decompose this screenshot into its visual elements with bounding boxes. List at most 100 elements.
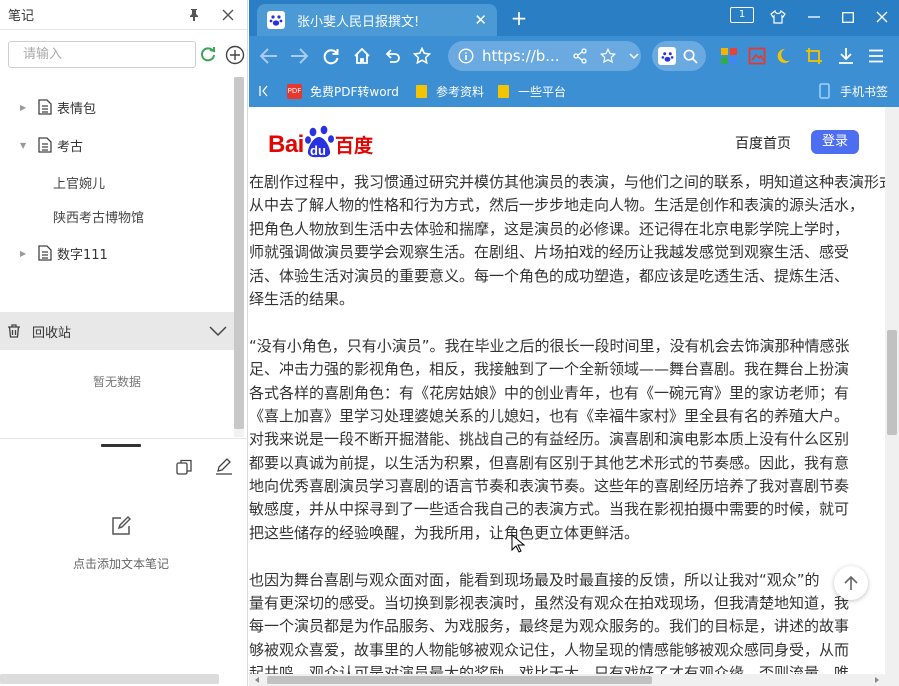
dropdown-chevron-icon[interactable] <box>628 50 640 62</box>
text-cursor-icon <box>511 534 525 553</box>
add-note-icon[interactable] <box>225 45 245 65</box>
document-icon <box>38 99 52 115</box>
article-line: 把这些储存的经验唤醒，为我所用，让角色更立体更鲜活。 <box>249 523 640 542</box>
document-icon <box>38 137 52 153</box>
skin-icon[interactable] <box>765 6 791 28</box>
maximize-icon[interactable] <box>835 6 861 28</box>
caret-down-icon[interactable]: ▼ <box>20 141 30 150</box>
article-line: 绎生活的结果。 <box>249 289 355 308</box>
baidu-logo[interactable]: Bai du 百度 <box>268 125 376 161</box>
add-text-note-label[interactable]: 点击添加文本笔记 <box>0 555 242 572</box>
extensions-icon[interactable] <box>717 44 741 68</box>
article-line: 从中去了解人物的性格和行为方式，然后一步步地走向人物。生活是创作和表演的源头活水… <box>249 196 865 215</box>
logo-text-baidu-cn: 百度 <box>335 135 374 157</box>
tree-item-folder[interactable]: ▼ 考古 <box>0 132 83 158</box>
logo-text-du: du <box>310 143 326 158</box>
article-line: 都要以真诚为前提，以生活为积累，但喜剧有区别于其他艺术形式的节奏感。因此，我有意 <box>249 453 850 472</box>
tree-item-folder[interactable]: ▶ 数字111 <box>0 240 108 266</box>
download-icon[interactable] <box>834 44 858 68</box>
menu-icon[interactable] <box>864 44 888 68</box>
article-line: 在剧作过程中，我习惯通过研究并模仿其他演员的表演，与他们之间的联系，明知道这种表… <box>249 173 885 191</box>
back-icon[interactable] <box>257 44 281 68</box>
tree-child-item[interactable]: 上官婉儿 <box>53 173 105 192</box>
folder-icon <box>498 84 509 98</box>
pin-icon[interactable] <box>183 4 205 26</box>
article-line: 《喜上加喜》里学习处理婆媳关系的儿媳妇，也有《幸福牛家村》里全县有名的养殖大户。 <box>249 406 850 425</box>
baidu-paw-icon <box>267 11 285 29</box>
page-horizontal-scroll-thumb[interactable] <box>267 676 652 684</box>
arrow-up-icon <box>844 575 858 590</box>
notes-scrollbar-thumb[interactable] <box>234 77 244 429</box>
scroll-left-icon[interactable] <box>253 676 261 684</box>
browser-window: 张小斐人民日报撰文! ✕ + 1 https://b... PDF 免费PDF转… <box>249 0 899 686</box>
bookmark-label: 一些平台 <box>518 84 567 99</box>
login-button[interactable]: 登录 <box>811 130 859 154</box>
reload-icon[interactable] <box>319 44 343 68</box>
new-tab-icon[interactable]: + <box>507 6 531 30</box>
trash-section-header[interactable]: 回收站 <box>0 312 234 350</box>
refresh-icon[interactable] <box>199 45 217 63</box>
mobile-bookmarks[interactable]: 手机书签 <box>819 81 888 101</box>
tree-item-folder[interactable]: ▶ 表情包 <box>0 94 96 120</box>
window-close-icon[interactable] <box>869 6 895 28</box>
address-url[interactable]: https://b... <box>482 47 560 65</box>
article-line: 起共鸣。观众认可是对演员最大的奖励，戏比天大，只有戏好了才有观众缘，否则流量，唯 <box>249 664 850 674</box>
share-icon[interactable] <box>572 48 588 64</box>
copy-icon[interactable] <box>174 457 194 477</box>
info-icon[interactable] <box>458 48 474 64</box>
back-to-top-button[interactable] <box>834 566 868 600</box>
pdf-icon: PDF <box>287 83 302 99</box>
search-engine-box[interactable] <box>652 41 706 71</box>
bookmark-label: 参考资料 <box>436 84 485 99</box>
bookmark-star-icon[interactable] <box>599 48 616 64</box>
scroll-right-icon[interactable] <box>873 676 881 684</box>
article-line: 够被观众喜爱，故事里的人物能够被观众记住，人物呈现的情感能够被观众感同身受，从而 <box>249 640 850 659</box>
bookmark-label: 免费PDF转word <box>310 84 399 99</box>
close-icon[interactable] <box>217 4 239 26</box>
caret-right-icon[interactable]: ▶ <box>20 103 30 112</box>
article-line: 量有更深切的感受。当切换到影视表演时，虽然没有观众在拍戏现场，但我清楚地知道，我 <box>249 594 850 613</box>
notes-title: 笔记 <box>8 9 35 24</box>
browser-tab[interactable]: 张小斐人民日报撰文! ✕ <box>257 4 497 36</box>
trash-label: 回收站 <box>32 325 72 341</box>
home-icon[interactable] <box>350 44 374 68</box>
forward-icon[interactable] <box>287 44 311 68</box>
edit-icon[interactable] <box>214 456 234 476</box>
bookmarks-collapse-icon[interactable] <box>259 81 269 101</box>
undo-icon[interactable] <box>380 44 404 68</box>
article-line: 把角色人物放到生活中去体验和揣摩，这是演员的必修课。还记得在北京电影学院上学时， <box>249 219 850 238</box>
minimize-icon[interactable] <box>801 6 827 28</box>
search-icon[interactable] <box>683 49 698 64</box>
caret-right-icon[interactable]: ▶ <box>20 249 30 258</box>
tree-child-item[interactable]: 陕西考古博物馆 <box>53 207 144 226</box>
article-line: 敏感度，并从中探寻到了一些适合我自己的表演方式。当我在影视拍摄中需要的时候，就可 <box>249 500 850 519</box>
tab-title: 张小斐人民日报撰文! <box>297 14 420 30</box>
tab-close-icon[interactable]: ✕ <box>474 11 487 29</box>
article-line: 各式各样的喜剧角色：有《花房姑娘》中的创业青年，也有《一碗元宵》里的家访老师；有 <box>249 383 850 402</box>
tab-count-badge[interactable]: 1 <box>730 7 754 23</box>
article-line: 每一个演员都是为作品服务、为戏服务，最终是为观众服务的。我们的目标是，讲述的故事 <box>249 617 850 636</box>
browser-toolbar: https://b... <box>249 36 899 76</box>
page-scrollbar-thumb[interactable] <box>887 330 897 435</box>
add-text-note-icon[interactable] <box>109 514 133 538</box>
bookmark-item[interactable]: PDF 免费PDF转word <box>287 81 399 101</box>
phone-icon <box>819 83 830 99</box>
folder-icon <box>416 84 427 98</box>
star-icon[interactable] <box>410 44 434 68</box>
article-line: 也因为舞台喜剧与观众面对面，能看到现场最及时最直接的反馈，所以让我对“观众”的 <box>249 570 820 589</box>
article-line: 对我来说是一段不断开掘潜能、挑战自己的有益经历。演喜剧和演电影本质上没有什么区别 <box>249 430 850 449</box>
divider <box>0 438 248 439</box>
resize-handle[interactable] <box>101 444 141 447</box>
bookmark-folder[interactable]: 一些平台 <box>497 81 566 101</box>
bookmark-folder[interactable]: 参考资料 <box>415 81 484 101</box>
crop-icon[interactable] <box>802 44 826 68</box>
screenshot-icon[interactable] <box>745 44 769 68</box>
article-line: 师就强调做演员要学会观察生活。在剧组、片场拍戏的经历让我越发感觉到观察生活、感受 <box>249 243 850 262</box>
article-line: 活、体验生活对演员的重要意义。每一个角色的成功塑造，都应该是吃透生活、提炼生活、 <box>249 266 850 285</box>
address-bar[interactable]: https://b... <box>448 41 641 71</box>
baidu-home-link[interactable]: 百度首页 <box>735 133 791 153</box>
notes-search-input[interactable] <box>8 41 196 68</box>
chevron-down-icon[interactable] <box>208 325 228 337</box>
notes-horizontal-scrollbar[interactable] <box>0 674 219 684</box>
night-mode-icon[interactable] <box>774 44 798 68</box>
